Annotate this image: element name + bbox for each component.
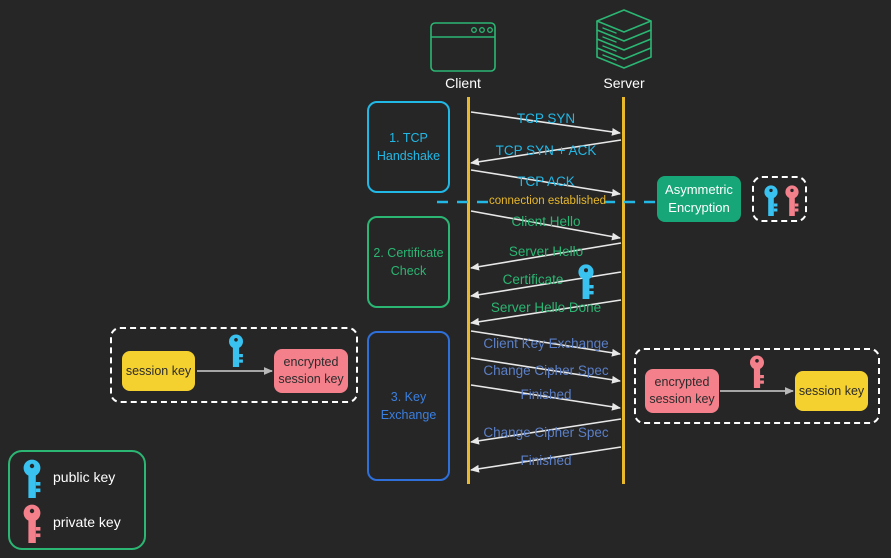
client-label: Client xyxy=(445,75,481,91)
message-label-tcp-syn: TCP SYN xyxy=(516,111,576,126)
message-label-server-hello: Server Hello xyxy=(508,244,584,259)
stage-box-tcp-handshake[interactable]: 1. TCP Handshake xyxy=(367,101,450,193)
session-key-box-client[interactable]: session key xyxy=(122,351,195,391)
private-key-icon xyxy=(750,355,764,388)
stage-3-line-1: 3. Key xyxy=(390,389,427,404)
server-stack-icon xyxy=(596,9,652,69)
message-label-server-hello-done: Server Hello Done xyxy=(490,300,602,315)
browser-window-icon xyxy=(430,22,496,72)
asymmetric-line-2: Encryption xyxy=(668,200,730,215)
message-label-change-cipher-spec-client: Change Cipher Spec xyxy=(483,363,609,378)
message-label-finished-server: Finished xyxy=(520,453,572,468)
session-key-label-server: session key xyxy=(798,383,865,398)
public-key-icon xyxy=(23,459,41,498)
encrypted-session-key-line-1: encrypted xyxy=(283,355,339,370)
session-key-label-client: session key xyxy=(125,363,192,378)
encrypted-session-key-box-client[interactable]: encrypted session key xyxy=(274,349,348,393)
session-key-box-server[interactable]: session key xyxy=(795,371,868,411)
legend-label-public-key: public key xyxy=(53,469,116,485)
message-label-finished-client: Finished xyxy=(520,387,572,402)
message-label-client-hello: Client Hello xyxy=(511,214,581,229)
encrypted-session-key-box-server[interactable]: encrypted session key xyxy=(645,369,719,413)
public-key-icon xyxy=(578,264,594,299)
asymmetric-encryption-box[interactable]: Asymmetric Encryption xyxy=(657,176,741,222)
private-key-icon xyxy=(785,185,799,216)
diagram-canvas: Client Server 1. TCP Handshake 2. Certif… xyxy=(0,0,891,558)
key-pair-panel xyxy=(752,176,807,222)
encrypted-session-key-server-line-2: session key xyxy=(649,392,715,406)
client-lifeline xyxy=(467,97,470,484)
public-key-icon xyxy=(229,334,243,367)
private-key-icon xyxy=(23,504,41,543)
message-label-tcp-syn-ack: TCP SYN + ACK xyxy=(495,143,597,158)
encrypted-session-key-server-line-1: encrypted xyxy=(654,375,710,390)
legend-label-private-key: private key xyxy=(53,514,121,530)
stage-box-key-exchange[interactable]: 3. Key Exchange xyxy=(367,331,450,481)
stage-2-line-1: 2. Certificate xyxy=(373,245,444,260)
server-label: Server xyxy=(603,75,645,91)
stage-box-certificate-check[interactable]: 2. Certificate Check xyxy=(367,216,450,308)
stage-1-line-1: 1. TCP xyxy=(389,130,428,145)
encrypted-session-key-line-2: session key xyxy=(278,372,344,386)
connection-established-label: connection established xyxy=(489,195,606,207)
stage-2-line-2: Check xyxy=(390,264,427,278)
message-label-tcp-ack: TCP ACK xyxy=(517,174,575,189)
asymmetric-line-1: Asymmetric xyxy=(665,182,733,198)
public-key-icon xyxy=(764,185,778,216)
stage-3-line-2: Exchange xyxy=(380,408,437,422)
stage-1-line-2: Handshake xyxy=(376,149,441,163)
message-label-client-key-exchange: Client Key Exchange xyxy=(483,336,609,351)
message-label-change-cipher-spec-server: Change Cipher Spec xyxy=(483,425,609,440)
server-lifeline xyxy=(622,97,625,484)
